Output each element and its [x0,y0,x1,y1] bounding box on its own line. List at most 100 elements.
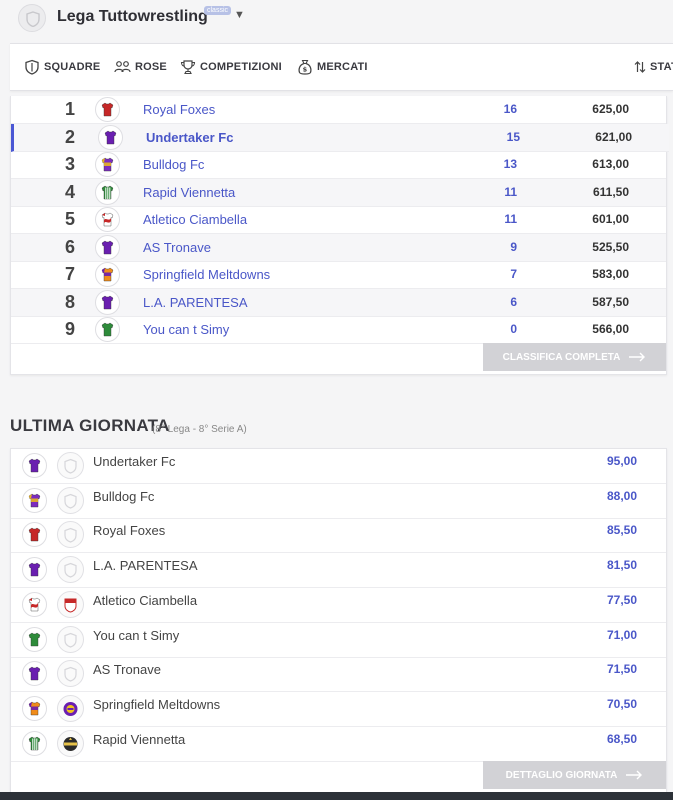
team-total-score: 525,50 [592,239,629,254]
team-points: 13 [503,157,517,171]
team-name: Bulldog Fc [93,488,155,504]
coach-badge [57,521,84,549]
round-result-row[interactable]: Royal Foxes 85,50 [11,518,666,554]
club-crest-icon [63,736,78,751]
team-shirt [95,152,120,177]
team-name-link[interactable]: Springfield Meltdowns [143,267,270,282]
team-points: 16 [503,102,517,116]
team-total-score: 625,00 [592,102,629,116]
arrow-right-icon [629,352,646,362]
menu-item-competizioni[interactable]: COMPETIZIONI [180,44,282,90]
team-points: 11 [504,212,517,226]
team-total-score: 587,50 [592,294,629,309]
team-shirt-icon [101,157,114,172]
standing-position: 9 [64,319,75,339]
team-name-link[interactable]: Bulldog Fc [143,157,204,172]
standing-position: 5 [64,209,75,229]
round-result-row[interactable]: AS Tronave 71,50 [11,657,666,693]
round-result-row[interactable]: Rapid Viennetta 68,50 [11,727,666,762]
team-name: AS Tronave [93,662,161,678]
team-shirt [22,730,47,756]
last-round-title: ULTIMA GIORNATA [10,416,170,435]
team-name: Royal Foxes [93,523,166,539]
team-shirt [22,591,47,617]
menu-item-rose[interactable]: ROSE [114,44,167,90]
team-shirt-icon [28,597,41,611]
team-shirt-icon [101,267,114,282]
round-score: 77,50 [606,592,637,607]
team-shirt [98,124,123,150]
team-shirt-icon [28,736,41,750]
standings-row[interactable]: 3 Bulldog Fc 13 613,00 [11,151,666,179]
standings-row[interactable]: 5 Atletico Ciambella 11 601,00 [11,206,666,234]
team-shirt-icon [101,102,114,117]
full-standings-button[interactable]: CLASSIFICA COMPLETA [483,343,666,371]
standings-row[interactable]: 7 Springfield Meltdowns 7 583,00 [11,261,666,289]
team-total-score: 621,00 [595,129,632,144]
team-shirt [22,522,47,548]
team-shirt [22,661,47,687]
team-total-score: 601,00 [592,212,629,226]
team-shirt [95,179,120,205]
chevron-down-icon[interactable]: ▼ [234,9,245,21]
menu-label: SQUADRE [44,61,101,73]
team-name-link[interactable]: Royal Foxes [143,102,215,117]
round-score: 85,50 [606,523,637,538]
money-bag-icon: $ [298,59,312,75]
main-menu: SQUADRE ROSE COMPETIZIONI $ MERCATI STA [10,43,673,91]
league-title[interactable]: Lega Tuttowrestling [57,8,208,26]
round-score: 70,50 [606,696,637,711]
standings-row[interactable]: 6 AS Tronave 9 525,50 [11,233,666,262]
coach-badge [57,729,84,757]
team-shirt-icon [28,528,41,542]
team-shirt-icon [101,212,114,227]
standings-row[interactable]: 8 L.A. PARENTESA 6 587,50 [11,288,666,317]
shield-icon [26,11,40,27]
standings-row[interactable]: 4 Rapid Viennetta 11 611,50 [11,178,666,207]
league-type-badge: classic [204,6,232,15]
standing-position: 8 [64,291,75,312]
default-coach-shield-icon [64,493,77,509]
menu-item-mercati[interactable]: $ MERCATI [297,44,368,90]
league-logo[interactable] [18,4,46,32]
default-coach-shield-icon [64,458,77,474]
team-name: Rapid Viennetta [93,731,186,747]
players-icon [114,61,131,73]
team-name: Undertaker Fc [93,454,176,469]
round-result-row[interactable]: Bulldog Fc 88,00 [11,484,666,519]
menu-item-stat[interactable]: STAT [634,44,673,90]
team-name: Springfield Meltdowns [93,696,221,712]
round-detail-button[interactable]: DETTAGLIO GIORNATA [483,761,666,789]
team-name-link[interactable]: You can t Simy [143,322,229,337]
standing-position: 6 [64,236,75,257]
coach-badge [57,452,84,479]
team-shirt [95,262,120,287]
sort-arrows-icon [634,61,646,73]
team-name-link[interactable]: AS Tronave [143,240,211,255]
round-result-row[interactable]: L.A. PARENTESA 81,50 [11,553,666,589]
team-points: 7 [510,267,517,281]
team-points: 9 [510,239,517,254]
team-name: Atletico Ciambella [93,592,198,608]
last-round-card: Undertaker Fc 95,00 Bulldog Fc 88,00 Royal… [10,448,667,794]
standing-position: 3 [64,154,75,174]
team-name-link[interactable]: Atletico Ciambella [143,212,247,227]
team-name-link[interactable]: Undertaker Fc [146,130,233,145]
round-result-row[interactable]: You can t Simy 71,00 [11,623,666,658]
menu-item-squadre[interactable]: SQUADRE [24,44,100,90]
team-name-link[interactable]: Rapid Viennetta [143,185,235,200]
team-name-link[interactable]: L.A. PARENTESA [143,295,248,310]
standings-row[interactable]: 1 Royal Foxes 16 625,00 [11,96,666,124]
standings-row[interactable]: 2 Undertaker Fc 15 621,00 [11,123,669,152]
standings-row[interactable]: 9 You can t Simy 0 566,00 [11,316,666,344]
round-score: 71,00 [606,627,637,642]
coach-badge [57,660,84,688]
round-result-row[interactable]: Undertaker Fc 95,00 [11,449,666,484]
round-result-row[interactable]: Atletico Ciambella 77,50 [11,588,666,623]
round-result-row[interactable]: Springfield Meltdowns 70,50 [11,692,666,727]
team-points: 11 [504,184,517,199]
round-score: 95,00 [606,454,637,468]
default-coach-shield-icon [64,528,77,544]
team-shirt [95,207,120,232]
team-points: 15 [506,129,520,144]
